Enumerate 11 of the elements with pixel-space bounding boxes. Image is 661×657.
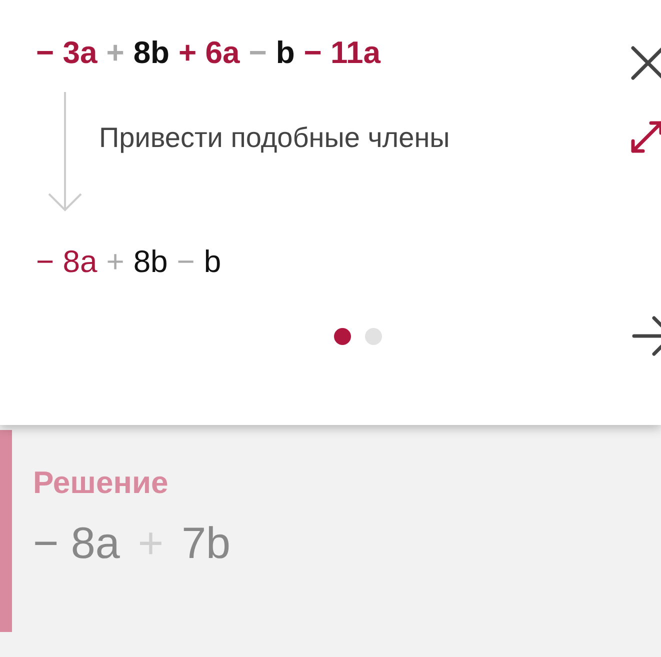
expand-icon[interactable] bbox=[630, 118, 661, 154]
page-dot[interactable] bbox=[365, 328, 382, 345]
close-icon[interactable] bbox=[631, 46, 661, 80]
expression: − 3a + 8b + 6a − b − 11a bbox=[36, 35, 380, 71]
hint-text: Привести подобные члены bbox=[99, 122, 451, 154]
down-arrow-icon bbox=[47, 90, 83, 214]
arrow-right-icon[interactable] bbox=[632, 316, 661, 356]
result-expression: − 8a + 8b − b bbox=[36, 243, 222, 281]
page-dot[interactable] bbox=[334, 328, 351, 345]
solution-title: Решение bbox=[33, 465, 170, 501]
answer-expression: − 8a + 7b bbox=[33, 519, 231, 569]
